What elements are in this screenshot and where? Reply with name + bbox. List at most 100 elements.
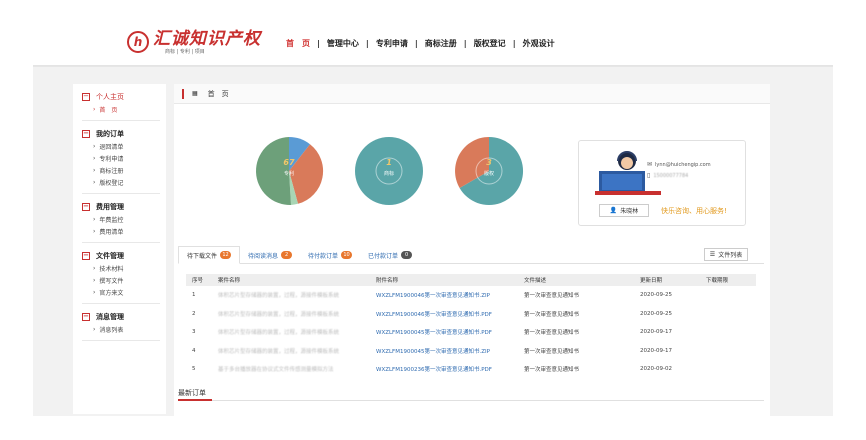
- brand-title: 汇诚知识产权: [153, 28, 261, 49]
- nav-management-center[interactable]: 管理中心: [327, 38, 359, 49]
- collapse-icon[interactable]: −: [82, 203, 90, 211]
- sidebar-item-fee-list[interactable]: › 费用清单: [93, 225, 160, 237]
- sidebar-item-tech-materials[interactable]: › 技术材料: [93, 262, 160, 274]
- nav-trademark-registration[interactable]: 商标注册: [425, 38, 457, 49]
- stat-donut-trademark[interactable]: 1 商标: [354, 136, 424, 206]
- tab-label: 已付款订单: [368, 252, 399, 260]
- chevron-right-icon: ›: [93, 215, 96, 223]
- attachment-link[interactable]: WXZLFM1900045第一次审查意见通知书.ZIP: [370, 342, 518, 361]
- sidebar-item-message-list[interactable]: › 消息列表: [93, 323, 160, 335]
- contact-name-button[interactable]: 👤 朱晓林: [599, 204, 649, 217]
- download-deadline: [700, 286, 756, 305]
- collapse-icon[interactable]: −: [82, 93, 90, 101]
- sidebar-group-orders: − 我的订单 › 退回清单 › 专利申请 › 商标注册 › 版权登记: [82, 121, 160, 194]
- attachment-link[interactable]: WXZLFM1900046第一次审查意见通知书.ZIP: [370, 286, 518, 305]
- nav-copyright-registration[interactable]: 版权登记: [474, 38, 506, 49]
- tab-unpaid-orders[interactable]: 待付款订单 10: [300, 246, 360, 264]
- sidebar-item-trademark[interactable]: › 商标注册: [93, 164, 160, 176]
- count-badge: 12: [220, 251, 232, 259]
- attachment-link[interactable]: WXZLFM1900236第一次审查意见通知书.PDF: [370, 360, 518, 379]
- chevron-right-icon: ›: [93, 166, 96, 174]
- sidebar-group-personal: − 个人主页 › 首 页: [82, 84, 160, 121]
- sidebar-item-home[interactable]: › 首 页: [93, 103, 160, 115]
- table-row: 5 基于多台播放器在协议式文件传感测量模拟方法 WXZLFM1900236第一次…: [186, 360, 756, 379]
- sidebar-item-official-docs[interactable]: › 官方来文: [93, 286, 160, 298]
- sidebar-item-annual-fee[interactable]: › 年费监控: [93, 213, 160, 225]
- sidebar-item-returns[interactable]: › 退回清单: [93, 140, 160, 152]
- collapse-icon[interactable]: −: [82, 130, 90, 138]
- update-date: 2020-09-17: [640, 329, 672, 336]
- sidebar-item-label: 退回清单: [99, 143, 124, 151]
- sidebar-item-label: 专利申请: [99, 155, 124, 163]
- sidebar-item-patent[interactable]: › 专利申请: [93, 152, 160, 164]
- brand-subtitle: 商标 | 专利 | 项目: [165, 48, 205, 55]
- latest-orders-underline: [178, 399, 212, 401]
- sidebar-item-drafts[interactable]: › 撰写文件: [93, 274, 160, 286]
- home-icon: ▦: [192, 90, 198, 97]
- collapse-icon[interactable]: −: [82, 252, 90, 260]
- top-header: h 汇诚知识产权 商标 | 专利 | 项目 首 页 | 管理中心 | 专利申请 …: [33, 18, 833, 66]
- stat-donut-patent[interactable]: 67 专利: [254, 136, 324, 206]
- contact-card: ✉ lynn@huichengip.com ▯ 15000077784 👤 朱晓…: [578, 140, 746, 226]
- sidebar-group-label: 个人主页: [96, 93, 124, 101]
- column-header: 附件名称: [376, 278, 399, 284]
- nav-separator: |: [463, 39, 467, 48]
- sidebar-item-label: 费用清单: [99, 228, 124, 236]
- column-header: 序号: [192, 278, 204, 284]
- tab-label: 待下载文件: [187, 252, 218, 260]
- column-header: 下载期限: [706, 278, 729, 284]
- table-header-row: 序号 案件名称 附件名称 文件描述 更新日期 下载期限: [186, 274, 756, 286]
- nav-patent-application[interactable]: 专利申请: [376, 38, 408, 49]
- sidebar-item-label: 首 页: [99, 106, 118, 114]
- file-description: 第一次审查意见通知书: [524, 348, 580, 355]
- sidebar-group-title[interactable]: − 文件管理: [82, 250, 160, 262]
- sidebar-group-label: 我的订单: [96, 130, 124, 138]
- download-deadline: [700, 342, 756, 361]
- chevron-right-icon: ›: [93, 142, 96, 150]
- stat-donut-copyright[interactable]: 3 版权: [454, 136, 524, 206]
- column-header: 更新日期: [640, 278, 663, 284]
- file-description: 第一次审查意见通知书: [524, 293, 580, 300]
- sidebar-group-fees: − 费用管理 › 年费监控 › 费用清单: [82, 194, 160, 243]
- nav-separator: |: [414, 39, 418, 48]
- latest-orders-title[interactable]: 最新订单: [178, 388, 206, 398]
- tab-unread-messages[interactable]: 待阅读消息 2: [240, 246, 300, 264]
- download-deadline: [700, 360, 756, 379]
- sidebar-group-label: 费用管理: [96, 203, 124, 211]
- chevron-right-icon: ›: [93, 227, 96, 235]
- brand-logo[interactable]: h 汇诚知识产权 商标 | 专利 | 项目: [127, 28, 261, 56]
- update-date: 2020-09-17: [640, 347, 672, 354]
- case-name: 体积芯片型存储器的装置，过程，源接件模板系统: [218, 311, 340, 318]
- stat-label: 专利: [283, 171, 294, 177]
- mail-icon: ✉: [647, 161, 653, 168]
- file-list-button[interactable]: ☰ 文件列表: [704, 248, 748, 261]
- sidebar-item-copyright[interactable]: › 版权登记: [93, 176, 160, 188]
- download-deadline: [700, 323, 756, 342]
- sidebar-group-title[interactable]: − 消息管理: [82, 311, 160, 323]
- tab-pending-downloads[interactable]: 待下载文件 12: [178, 246, 241, 264]
- nav-design-patent[interactable]: 外观设计: [523, 38, 555, 49]
- sidebar-item-label: 官方来文: [99, 289, 124, 297]
- row-number: 4: [192, 347, 196, 354]
- nav-separator: |: [365, 39, 369, 48]
- case-name: 体积芯片型存储器的装置，过程，源接件模板系统: [218, 293, 340, 300]
- file-list-button-label: 文件列表: [718, 252, 743, 259]
- table-row: 4 体积芯片型存储器的装置，过程，源接件模板系统 WXZLFM1900045第一…: [186, 342, 756, 361]
- sidebar-group-title[interactable]: − 个人主页: [82, 91, 160, 103]
- stat-value: 3: [486, 158, 492, 167]
- contact-email-text: lynn@huichengip.com: [655, 161, 711, 168]
- sidebar-group-title[interactable]: − 费用管理: [82, 201, 160, 213]
- attachment-link[interactable]: WXZLFM1900046第一次审查意见通知书.PDF: [370, 305, 518, 324]
- attachment-link[interactable]: WXZLFM1900045第一次审查意见通知书.PDF: [370, 323, 518, 342]
- collapse-icon[interactable]: −: [82, 313, 90, 321]
- chevron-right-icon: ›: [93, 178, 96, 186]
- nav-home[interactable]: 首 页: [286, 38, 310, 49]
- breadcrumb-label: 首 页: [207, 89, 229, 98]
- chevron-right-icon: ›: [93, 105, 96, 113]
- row-number: 1: [192, 292, 196, 299]
- tab-paid-orders[interactable]: 已付款订单 0: [360, 246, 420, 264]
- case-name: 体积芯片型存储器的装置，过程，源接件模板系统: [218, 348, 340, 355]
- sidebar-group-title[interactable]: − 我的订单: [82, 128, 160, 140]
- sidebar-item-label: 版权登记: [99, 179, 124, 187]
- contact-phone-text: 15000077784: [653, 172, 689, 179]
